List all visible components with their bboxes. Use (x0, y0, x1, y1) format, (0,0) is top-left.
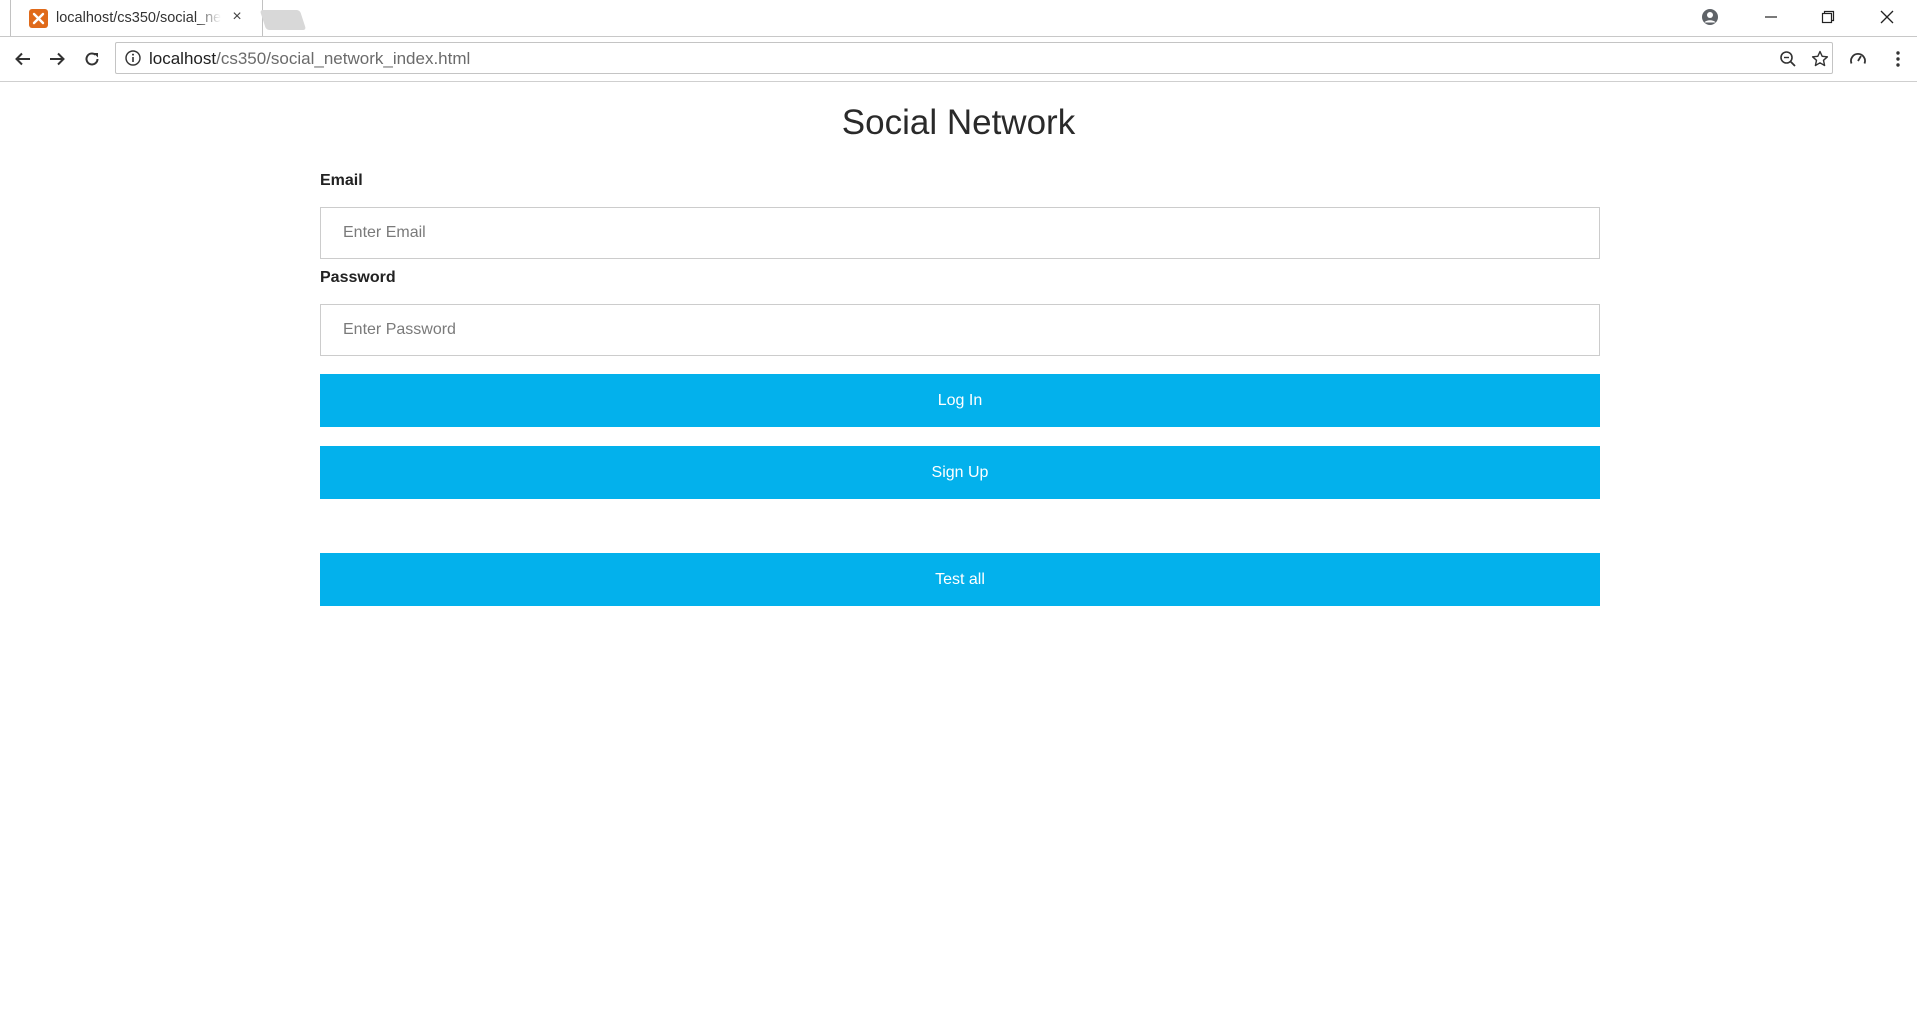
tab-title: localhost/cs350/social_network_index.htm… (56, 10, 221, 26)
address-bar[interactable]: localhost/cs350/social_network_index.htm… (115, 42, 1833, 74)
restore-icon[interactable] (1806, 2, 1850, 32)
address-url: localhost/cs350/social_network_index.htm… (149, 49, 470, 69)
password-field[interactable] (320, 304, 1600, 356)
page-viewport: Social Network Email Password Log In Sig… (0, 82, 1917, 1030)
zoom-icon[interactable] (1778, 49, 1798, 69)
kebab-menu-icon[interactable] (1885, 46, 1911, 72)
signup-button[interactable]: Sign Up (320, 446, 1600, 499)
info-icon[interactable] (125, 50, 141, 66)
star-icon[interactable] (1810, 49, 1830, 69)
tab-close-icon[interactable]: × (229, 9, 245, 25)
arrow-right-icon[interactable] (44, 46, 70, 72)
url-host: localhost (149, 49, 217, 68)
browser-tab-strip: localhost/cs350/social_network_index.htm… (0, 0, 1917, 37)
reload-icon[interactable] (79, 46, 105, 72)
url-path: /cs350/social_network_index.html (216, 49, 471, 68)
close-icon[interactable] (1865, 2, 1909, 32)
profile-icon[interactable] (1688, 2, 1732, 32)
new-tab-button[interactable] (259, 10, 307, 30)
browser-toolbar: localhost/cs350/social_network_index.htm… (0, 37, 1917, 82)
speedometer-icon[interactable] (1845, 46, 1871, 72)
browser-tab[interactable]: localhost/cs350/social_network_index.htm… (10, 0, 263, 36)
test-all-button[interactable]: Test all (320, 553, 1600, 606)
email-field[interactable] (320, 207, 1600, 259)
minimize-icon[interactable] (1749, 2, 1793, 32)
xampp-icon (29, 9, 48, 28)
password-label: Password (320, 269, 396, 286)
page-title: Social Network (841, 103, 1076, 142)
email-label: Email (320, 172, 363, 189)
arrow-left-icon[interactable] (10, 46, 36, 72)
login-button[interactable]: Log In (320, 374, 1600, 427)
